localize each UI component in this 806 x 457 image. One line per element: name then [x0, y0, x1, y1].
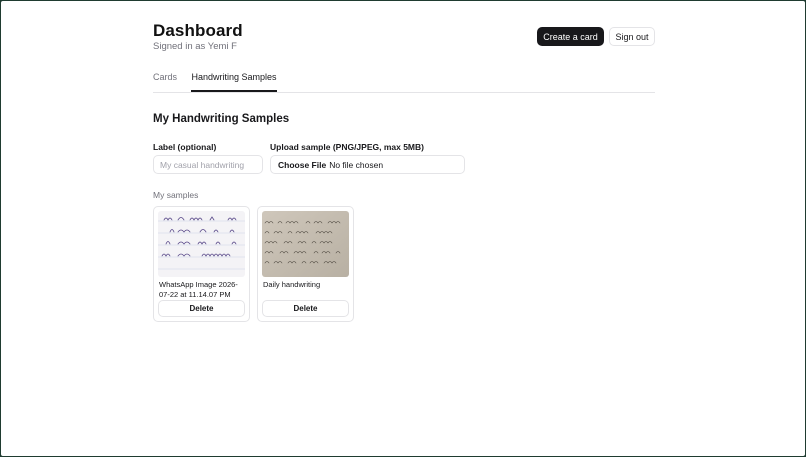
section-title: My Handwriting Samples: [153, 113, 290, 125]
tab-handwriting-samples[interactable]: Handwriting Samples: [191, 68, 277, 92]
label-field-label: Label (optional): [153, 142, 217, 152]
signed-in-text: Signed in as Yemi F: [153, 41, 237, 52]
file-status-text: No file chosen: [329, 159, 384, 170]
page-title: Dashboard: [153, 21, 243, 40]
sample-card: Daily handwriting Delete: [257, 206, 354, 322]
tab-cards[interactable]: Cards: [153, 68, 177, 92]
sign-out-button[interactable]: Sign out: [609, 27, 655, 46]
choose-file-button[interactable]: Choose File: [278, 160, 326, 170]
delete-sample-button[interactable]: Delete: [262, 300, 349, 317]
handwriting-lined-paper-image: [158, 211, 245, 277]
upload-field-label: Upload sample (PNG/JPEG, max 5MB): [270, 142, 424, 152]
sample-card: WhatsApp Image 2026-07-22 at 11.14.07 PM…: [153, 206, 250, 322]
tab-bar: Cards Handwriting Samples: [153, 68, 655, 93]
sample-label: WhatsApp Image 2026-07-22 at 11.14.07 PM: [159, 280, 238, 299]
dashboard-container: Dashboard Signed in as Yemi F Create a c…: [153, 1, 655, 322]
sample-thumbnail[interactable]: [158, 211, 245, 277]
delete-sample-button[interactable]: Delete: [158, 300, 245, 317]
label-input[interactable]: [153, 155, 263, 174]
page-header: Dashboard Signed in as Yemi F Create a c…: [153, 1, 655, 59]
sample-thumbnail[interactable]: [262, 211, 349, 277]
handwriting-beige-paper-image: [262, 211, 349, 277]
app-window: Dashboard Signed in as Yemi F Create a c…: [1, 1, 805, 456]
create-card-button[interactable]: Create a card: [537, 27, 604, 46]
file-upload-input[interactable]: Choose File No file chosen: [270, 155, 465, 174]
sample-label: Daily handwriting: [263, 280, 321, 289]
samples-heading: My samples: [153, 190, 199, 200]
